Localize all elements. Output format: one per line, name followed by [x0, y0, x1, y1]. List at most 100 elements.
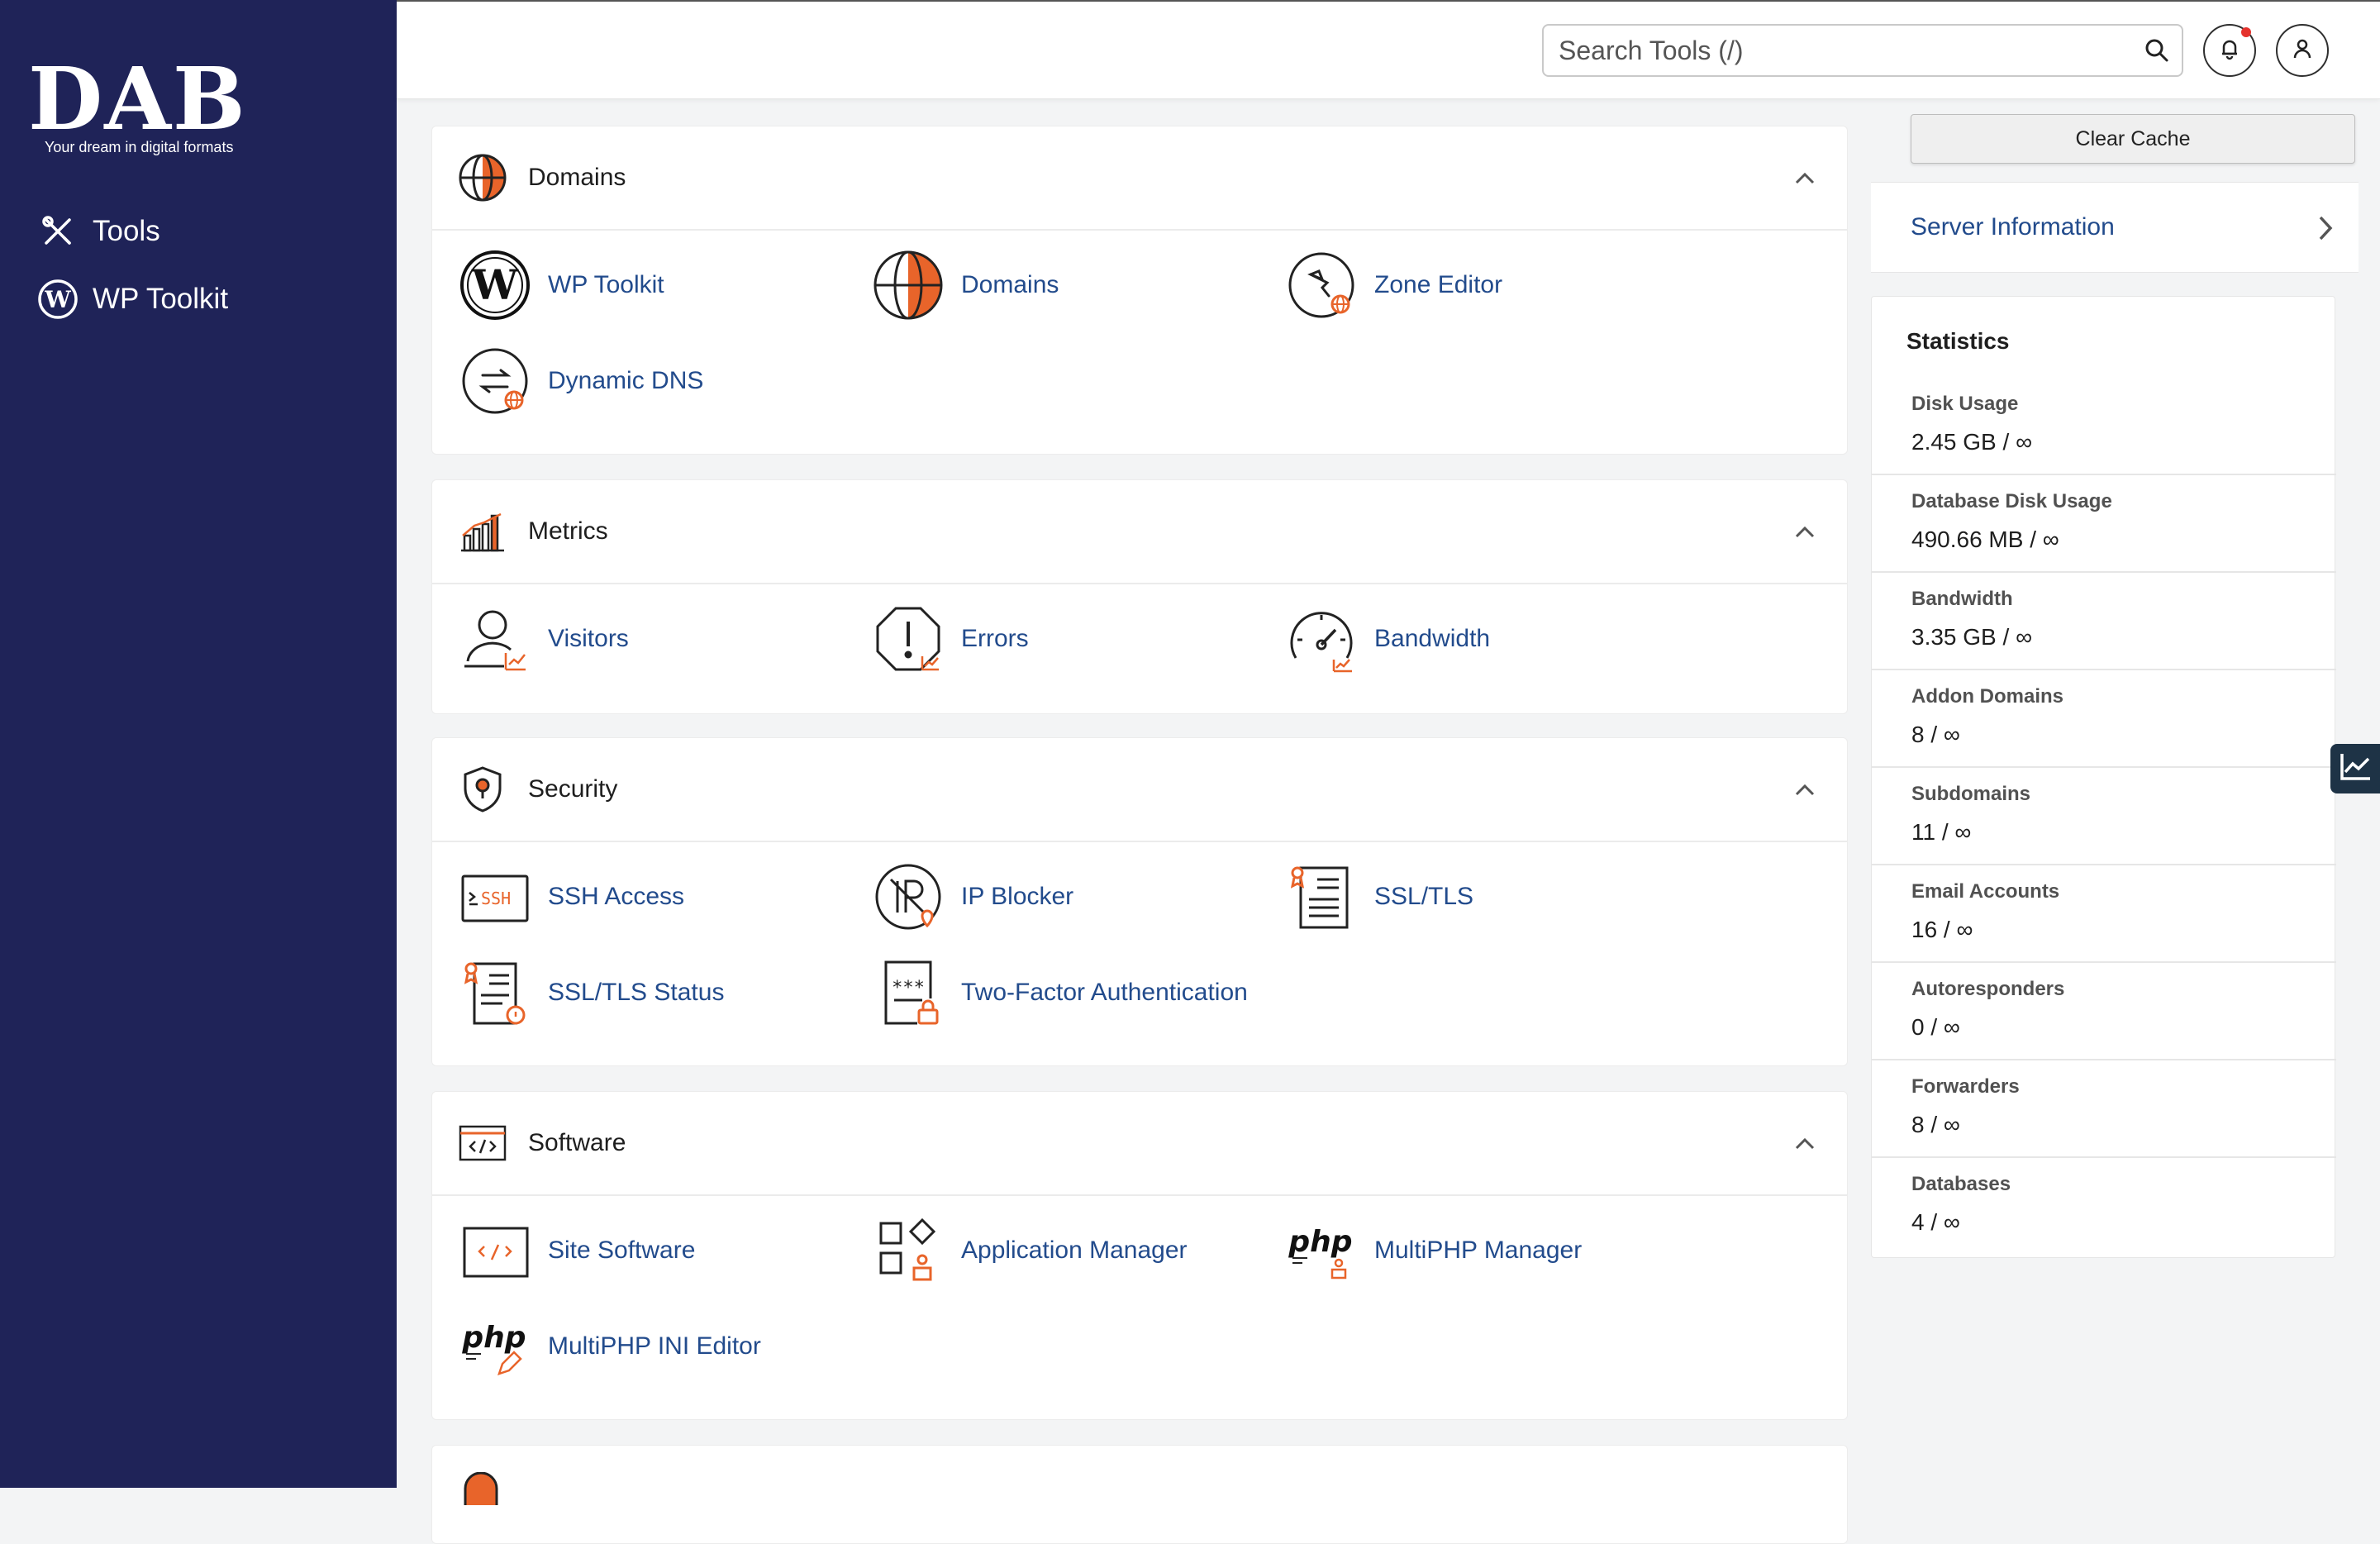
tool-label: SSL/TLS Status [548, 979, 725, 1006]
app-manager-icon [870, 1213, 946, 1289]
tool-wp-toolkit[interactable]: W WP Toolkit [457, 244, 870, 326]
svg-text:***: *** [892, 978, 925, 998]
svg-text:php: php [461, 1321, 526, 1355]
sidebar-item-wp-toolkit[interactable]: W WP Toolkit [36, 274, 367, 324]
svg-text:W: W [471, 260, 519, 309]
server-information-link[interactable]: Server Information [1871, 182, 2359, 273]
stat-row: Autoresponders 0 / ∞ [1872, 963, 2336, 1060]
tool-zone-editor[interactable]: Zone Editor [1283, 244, 1697, 326]
errors-icon [870, 601, 946, 677]
tool-label: MultiPHP Manager [1374, 1237, 1583, 1264]
search-box[interactable] [1542, 24, 2183, 77]
section-header[interactable]: Metrics [432, 480, 1847, 584]
svg-text:php: php [1288, 1225, 1352, 1259]
stat-value: 2.45 GB / ∞ [1911, 429, 2033, 455]
tool-errors[interactable]: Errors [870, 598, 1283, 680]
stat-value: 11 / ∞ [1911, 819, 1972, 845]
chevron-right-icon [2319, 216, 2333, 241]
section-title: Metrics [528, 517, 608, 545]
stat-label: Addon Domains [1911, 685, 2063, 708]
tool-label: Visitors [548, 625, 629, 652]
zone-editor-icon [1283, 247, 1359, 323]
tool-label: Domains [961, 271, 1059, 298]
dynamic-dns-icon [457, 343, 533, 419]
chevron-up-icon[interactable] [1792, 778, 1817, 803]
stat-label: Subdomains [1911, 783, 2031, 805]
tool-domains[interactable]: Domains [870, 244, 1283, 326]
svg-text:SSH: SSH [481, 889, 511, 908]
tool-label: Zone Editor [1374, 271, 1503, 298]
stat-label: Forwarders [1911, 1075, 2020, 1098]
tool-label: Bandwidth [1374, 625, 1491, 652]
search-icon[interactable] [2132, 26, 2182, 75]
user-icon [2290, 36, 2315, 65]
tool-visitors[interactable]: Visitors [457, 598, 870, 680]
tool-two-factor-authentication[interactable]: *** Two-Factor Authentication [870, 951, 1283, 1034]
stat-label: Database Disk Usage [1911, 490, 2112, 512]
globe-icon [457, 152, 508, 203]
tool-application-manager[interactable]: Application Manager [870, 1209, 1283, 1292]
section-partial-icon [457, 1471, 508, 1505]
tool-label: MultiPHP INI Editor [548, 1332, 761, 1360]
stat-value: 4 / ∞ [1911, 1209, 1960, 1235]
svg-text:W: W [44, 286, 71, 313]
wordpress-icon: W [36, 278, 79, 321]
tool-dynamic-dns[interactable]: Dynamic DNS [457, 340, 870, 422]
php-editor-icon: php [457, 1308, 533, 1384]
logo-text: DAB [28, 48, 247, 150]
section-partial [431, 1445, 1848, 1544]
tools-icon [36, 210, 79, 253]
sidebar-item-label: Tools [93, 215, 160, 247]
stat-label: Autoresponders [1911, 978, 2065, 1000]
tool-bandwidth[interactable]: Bandwidth [1283, 598, 1697, 680]
tool-site-software[interactable]: Site Software [457, 1209, 870, 1292]
logo-tagline: Your dream in digital formats [45, 139, 234, 155]
section-header[interactable]: Security [432, 738, 1847, 842]
brand-logo[interactable]: DAB Your dream in digital formats [28, 48, 276, 165]
tool-label: Two-Factor Authentication [961, 979, 1248, 1006]
section-domains: Domains W WP Toolkit Domains Zone Editor… [431, 126, 1848, 455]
stat-value: 0 / ∞ [1911, 1014, 1960, 1040]
ssh-icon: SSH [457, 859, 533, 935]
section-metrics: Metrics Visitors Errors Bandwidth [431, 479, 1848, 714]
section-security: Security SSH SSH Access IP Blocker SSL/T… [431, 737, 1848, 1066]
stat-row: Forwarders 8 / ∞ [1872, 1060, 2336, 1158]
chevron-up-icon[interactable] [1792, 1132, 1817, 1156]
notification-dot [2241, 27, 2251, 37]
stat-row: Databases 4 / ∞ [1872, 1158, 2336, 1256]
stat-value: 3.35 GB / ∞ [1911, 624, 2033, 650]
php-icon: php [1283, 1213, 1359, 1289]
tool-ssl-tls[interactable]: SSL/TLS [1283, 855, 1697, 938]
notifications-button[interactable] [2203, 24, 2256, 77]
statistics-title: Statistics [1906, 328, 2010, 354]
sidebar-item-tools[interactable]: Tools [36, 207, 367, 256]
section-title: Software [528, 1129, 626, 1156]
chevron-up-icon[interactable] [1792, 520, 1817, 545]
tool-label: Site Software [548, 1237, 696, 1264]
section-title: Security [528, 775, 618, 803]
tool-ssl-tls-status[interactable]: SSL/TLS Status [457, 951, 870, 1034]
tool-ssh-access[interactable]: SSH SSH Access [457, 855, 870, 938]
sidebar-item-label: WP Toolkit [93, 283, 229, 315]
tool-multiphp-ini-editor[interactable]: php MultiPHP INI Editor [457, 1305, 870, 1388]
certificate-status-icon [457, 955, 533, 1031]
clear-cache-button[interactable]: Clear Cache [1911, 114, 2355, 164]
tool-multiphp-manager[interactable]: php MultiPHP Manager [1283, 1209, 1697, 1292]
chevron-up-icon[interactable] [1792, 166, 1817, 191]
top-bar [397, 0, 2380, 99]
section-header[interactable]: Domains [432, 126, 1847, 231]
search-input[interactable] [1544, 26, 2132, 75]
tool-label: SSL/TLS [1374, 883, 1474, 910]
stat-value: 8 / ∞ [1911, 722, 1960, 747]
stat-value: 8 / ∞ [1911, 1112, 1960, 1137]
stat-row: Bandwidth 3.35 GB / ∞ [1872, 573, 2336, 670]
visitors-icon [457, 601, 533, 677]
bell-icon [2217, 36, 2242, 65]
bar-chart-icon [457, 506, 508, 557]
server-information-label: Server Information [1911, 213, 2115, 241]
tool-label: Application Manager [961, 1237, 1188, 1264]
stats-toggle-tab[interactable] [2330, 744, 2380, 793]
user-menu-button[interactable] [2276, 24, 2329, 77]
section-header[interactable]: Software [432, 1092, 1847, 1196]
tool-ip-blocker[interactable]: IP Blocker [870, 855, 1283, 938]
